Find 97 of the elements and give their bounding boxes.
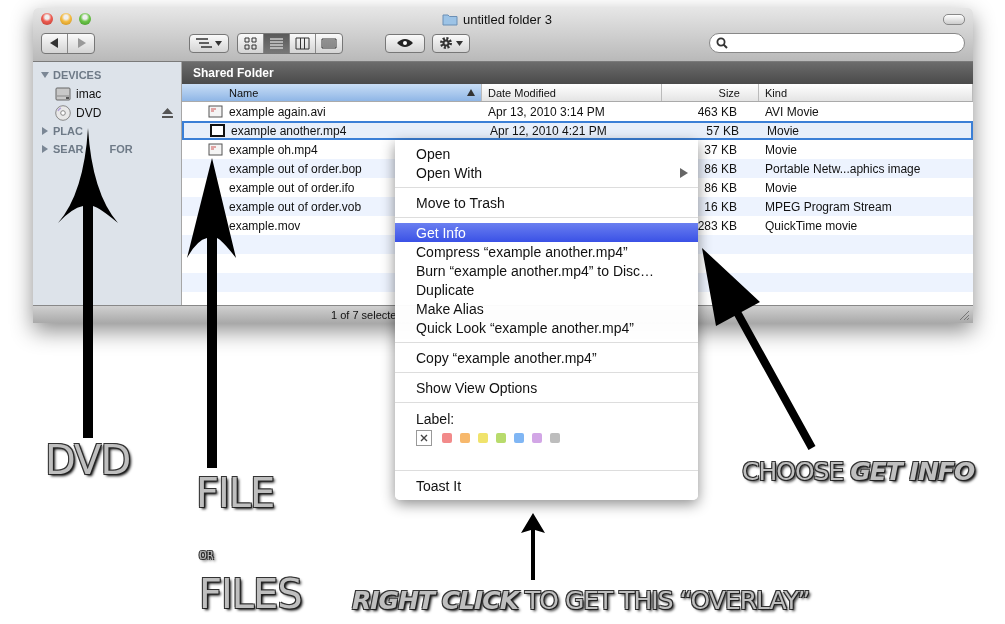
annotation-text: FILE: [196, 473, 275, 513]
collapsed-triangle-icon[interactable]: [41, 145, 49, 153]
sidebar-heading: DEVICES: [53, 69, 102, 81]
sidebar-item[interactable]: imac: [33, 84, 181, 103]
size-cell-text: 283 KB: [696, 218, 738, 233]
sidebar-heading: SEAR: [53, 143, 84, 155]
annotation-text: DVD: [45, 440, 131, 480]
size-cell-text: 16 KB: [703, 199, 738, 214]
kind-cell-text: Movie: [764, 180, 798, 195]
collapsed-triangle-icon[interactable]: [41, 127, 49, 135]
annotation-text: RIGHT CLICK TO GET THIS “OVERLAY”: [352, 588, 810, 613]
settings-icon: [439, 36, 453, 50]
file-name[interactable]: example again.avi: [229, 104, 326, 119]
view-mode-control[interactable]: [237, 32, 343, 54]
list-icon: [268, 35, 285, 51]
action-button[interactable]: [432, 33, 470, 53]
menu-item[interactable]: Get Info: [395, 223, 698, 242]
eye-icon: [396, 38, 414, 48]
size-cell-text: 86 KB: [703, 180, 738, 195]
kind-cell-text: QuickTime movie: [764, 218, 859, 233]
kind-cell-text: MPEG Program Stream: [764, 199, 893, 214]
caret-icon: [215, 40, 222, 46]
arrange-button[interactable]: [189, 33, 229, 53]
sort-ascending-icon[interactable]: [467, 89, 475, 96]
close-icon: [420, 434, 428, 442]
menu-item[interactable]: Compress “example another.mp4”: [395, 242, 698, 261]
columns-icon: [294, 35, 311, 51]
column-header[interactable]: Name: [182, 84, 482, 101]
menu-item[interactable]: Move to Trash: [395, 193, 698, 212]
sidebar-item[interactable]: DVD: [33, 103, 181, 122]
label-heading: Label:: [416, 411, 456, 427]
menu-item[interactable]: Show View Options: [395, 378, 698, 397]
caret-icon: [456, 40, 463, 46]
kind-cell-text: Movie: [764, 142, 798, 157]
file-name[interactable]: example oh.mp4: [229, 142, 318, 157]
menu-item[interactable]: Toast It: [395, 476, 698, 495]
sidebar-heading: PLAC: [53, 125, 83, 137]
column-header[interactable]: Size: [662, 84, 759, 101]
menu-item[interactable]: Open: [395, 144, 698, 163]
menu-item[interactable]: Make Alias: [395, 299, 698, 318]
close-button[interactable]: [41, 13, 53, 25]
selected-file-row[interactable]: example another.mp4 Apr 12, 2010 4:21 PM 57 KB Movie: [182, 121, 973, 140]
column-header[interactable]: Kind: [759, 84, 973, 101]
label-color-swatch[interactable]: [478, 433, 488, 443]
file-name[interactable]: example.mov: [229, 218, 301, 233]
menu-item[interactable]: Open With: [395, 163, 698, 182]
cover-flow-icon: [321, 35, 337, 51]
forward-arrow-icon: [76, 38, 86, 48]
no-label-button[interactable]: [416, 430, 432, 446]
label-color-swatch[interactable]: [532, 433, 542, 443]
date-cell-text: Apr 13, 2010 3:14 PM: [487, 104, 606, 119]
list-view-button[interactable]: [264, 33, 290, 53]
size-cell-text: 86 KB: [703, 161, 738, 176]
menu-item[interactable]: Duplicate: [395, 280, 698, 299]
file-name[interactable]: example out of order.vob: [229, 199, 362, 214]
size-cell-text: 37 KB: [703, 142, 738, 157]
file-name[interactable]: example another.mp4: [231, 123, 347, 138]
arrange-icon: [196, 38, 212, 48]
eject-icon[interactable]: [162, 107, 173, 118]
back-forward-control[interactable]: [41, 32, 95, 54]
date-cell-text: Apr 12, 2010 4:21 PM: [489, 123, 608, 138]
kind-cell-text: Portable Netw...aphics image: [764, 161, 922, 176]
arrow: [521, 513, 545, 580]
search-field[interactable]: [709, 33, 965, 53]
label-color-swatch[interactable]: [460, 433, 470, 443]
annotation-text: CHOOSE GET INFO: [742, 459, 975, 484]
folder-header: Shared Folder: [182, 62, 973, 84]
size-cell-text: 57 KB: [705, 123, 740, 138]
expanded-triangle-icon[interactable]: [41, 71, 49, 79]
resize-grip-icon[interactable]: [959, 310, 970, 321]
label-color-swatch[interactable]: [496, 433, 506, 443]
search-icon: [716, 37, 728, 49]
sidebar-heading: FOR: [109, 143, 133, 155]
menu-item[interactable]: Burn “example another.mp4” to Disc…: [395, 261, 698, 280]
disc-icon: [55, 104, 71, 121]
menu-item[interactable]: Quick Look “example another.mp4”: [395, 318, 698, 337]
label-color-swatch[interactable]: [514, 433, 524, 443]
size-cell-text: 463 KB: [696, 104, 738, 119]
file-name[interactable]: example out of order.bop: [229, 161, 362, 176]
quick-look-button[interactable]: [385, 33, 425, 53]
column-header[interactable]: Date Modified: [482, 84, 662, 101]
label-color-swatch[interactable]: [550, 433, 560, 443]
window-title: untitled folder 3: [463, 11, 552, 27]
kind-cell-text: AVI Movie: [764, 104, 820, 119]
label-color-swatch[interactable]: [442, 433, 452, 443]
minimize-button[interactable]: [60, 13, 72, 25]
grid-icon: [242, 35, 259, 51]
kind-cell-text: Movie: [766, 123, 800, 138]
file-name[interactable]: example out of order.ifo: [229, 180, 355, 195]
menu-item[interactable]: Copy “example another.mp4”: [395, 348, 698, 367]
zoom-button[interactable]: [79, 13, 91, 25]
back-arrow-icon: [50, 38, 59, 48]
status-text: 1 of 7 selecte: [331, 308, 397, 321]
toolbar-toggle-button[interactable]: [943, 13, 965, 25]
folder-icon: [442, 12, 459, 26]
annotation-text: FILES: [199, 574, 302, 614]
annotation-text: OR: [199, 551, 214, 561]
